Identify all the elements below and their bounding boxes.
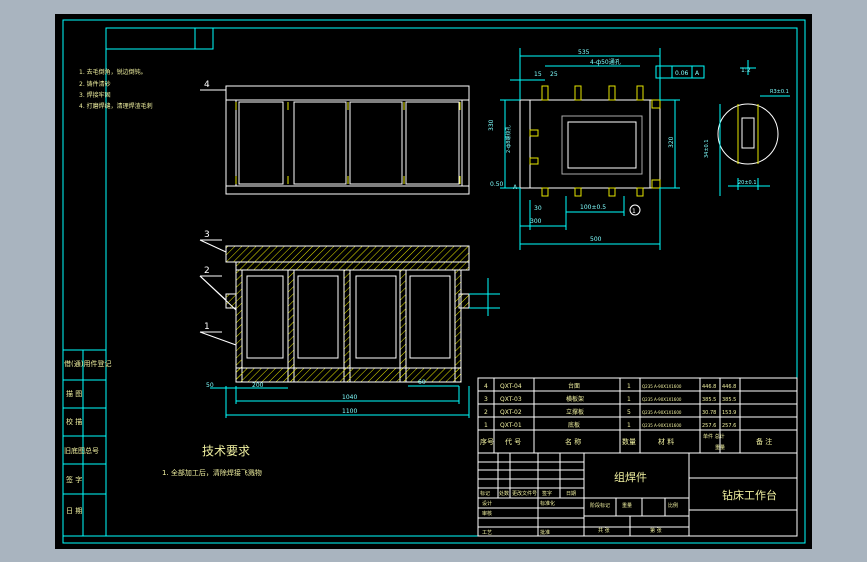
detail-marker-label: 1 [632,208,636,215]
flatness-value: 0.06 [675,70,689,77]
bom-h-remark: 备 注 [756,437,772,446]
tb-file: 更改文件号 [512,490,537,497]
left-strip-1: 借(通)用件登记 [64,359,111,368]
left-strip-4: 旧底图总号 [64,446,99,455]
dim-535: 535 [578,49,590,56]
dim-30: 30 [534,205,542,212]
bom-weight: 446.8 [702,384,716,390]
bom-total: 153.9 [722,410,736,416]
left-strip-5: 签 字 [66,475,82,484]
left-strip-2: 描 图 [66,389,82,398]
tb-process: 工艺 [482,530,492,536]
balloon-4: 4 [204,80,210,90]
tb-checker: 审核 [482,510,492,517]
detail-34: 34±0.1 [704,139,710,158]
assembly-name: 组焊件 [614,470,647,484]
bom-no: 1 [484,422,488,429]
bom-qty: 1 [627,383,631,390]
bom-h-weight: 重量 [715,444,725,451]
dim-320: 320 [668,136,675,148]
bom-code: QXT-01 [500,422,522,429]
left-strip-6: 日 期 [66,507,82,515]
bom-material: Q235 A-90X1X1600 [642,410,682,415]
tb-sign: 签字 [542,490,552,497]
bom-no: 2 [484,409,488,416]
bom-name: 底板 [568,421,580,429]
tb-sheet-no: 第 张 [650,527,662,534]
dim-holes: 4-ф50通孔 [590,58,621,66]
dim-300: 300 [530,218,542,225]
bom-no: 4 [484,383,488,390]
bom-h-qty: 数量 [622,437,636,446]
balloon-1: 1 [204,322,210,332]
bom-weight: 257.6 [702,423,716,429]
tb-approve: 批准 [540,529,550,536]
bom-code: QXT-04 [500,383,522,390]
dim-050: 0.50 [490,181,504,188]
bom-h-name: 名 称 [565,437,581,446]
detail-20: 20±0.1 [738,180,757,186]
dim-500: 500 [590,236,602,243]
dim-50: 50 [206,382,214,389]
tb-stage: 阶段标记 [590,502,610,509]
bom-h-unit: 单件 总计 [703,433,725,440]
drawing-sheet: 借(通)用件登记 描 图 校 描 旧底图总号 签 字 日 期 1. 去毛倒角，锐… [55,14,812,549]
tb-scale: 比例 [668,502,678,509]
tb-mark: 标记 [480,490,490,497]
tb-weight: 重量 [622,502,632,509]
bom-h-code: 代 号 [505,437,521,446]
bom-material: Q235 A-90X1X1600 [642,384,682,389]
bom-code: QXT-03 [500,396,522,403]
tech-line1: 1. 全部加工后，清除焊接飞溅物 [162,468,262,477]
tb-standard: 标准化 [540,500,555,507]
dim-1100: 1100 [342,408,357,415]
balloon-2: 2 [204,266,210,276]
bom-h-material: 材 料 [658,437,674,446]
bom-material: Q235 A-90X1X1600 [642,397,682,402]
tb-count: 处数 [499,490,509,497]
dim-60: 60 [418,379,426,386]
dim-25: 25 [550,71,558,78]
tb-sheet-total: 共 张 [598,527,610,534]
bom-code: QXT-02 [500,409,522,416]
dim-330: 330 [488,119,495,131]
bom-no: 3 [484,396,488,403]
dim-100: 100±0.5 [580,204,606,211]
dim-15: 15 [534,71,542,78]
cad-viewer: 借(通)用件登记 描 图 校 描 旧底图总号 签 字 日 期 1. 去毛倒角，锐… [0,0,867,562]
tech-title: 技术要求 [202,444,250,458]
note-4: 4. 打磨焊缝，清理焊渣毛刺 [79,102,153,110]
bom-name: 立撑板 [566,408,584,416]
note-2: 2. 铸件清砂 [79,80,111,88]
bom-weight: 385.5 [702,397,716,403]
bom-total: 446.8 [722,384,736,390]
bom-total: 385.5 [722,397,736,403]
tb-designer: 设计 [482,500,492,507]
detail-scale: 1:2 [741,67,751,74]
bom-material: Q235 A-90X1X1600 [642,423,682,428]
bom-total: 257.6 [722,423,736,429]
dim-side-holes: 2-ф8螺纹孔 [505,126,512,153]
bom-name: 台面 [568,382,580,390]
bom-weight: 30.78 [702,410,716,416]
note-1: 1. 去毛倒角，锐边倒钝。 [79,68,147,76]
tb-date: 日期 [566,491,576,497]
bom-qty: 1 [627,422,631,429]
dim-200: 200 [252,382,264,389]
balloon-3: 3 [204,230,210,240]
bom-qty: 1 [627,396,631,403]
bom-qty: 5 [627,409,631,416]
bom-name: 横板架 [566,395,584,403]
detail-r: R3±0.1 [770,89,789,95]
bom-h-no: 序号 [480,437,494,446]
note-3: 3. 焊接牢固 [79,91,111,99]
left-strip-3: 校 描 [66,417,82,426]
dim-1040: 1040 [342,394,357,401]
drawing-title: 钻床工作台 [722,488,777,502]
